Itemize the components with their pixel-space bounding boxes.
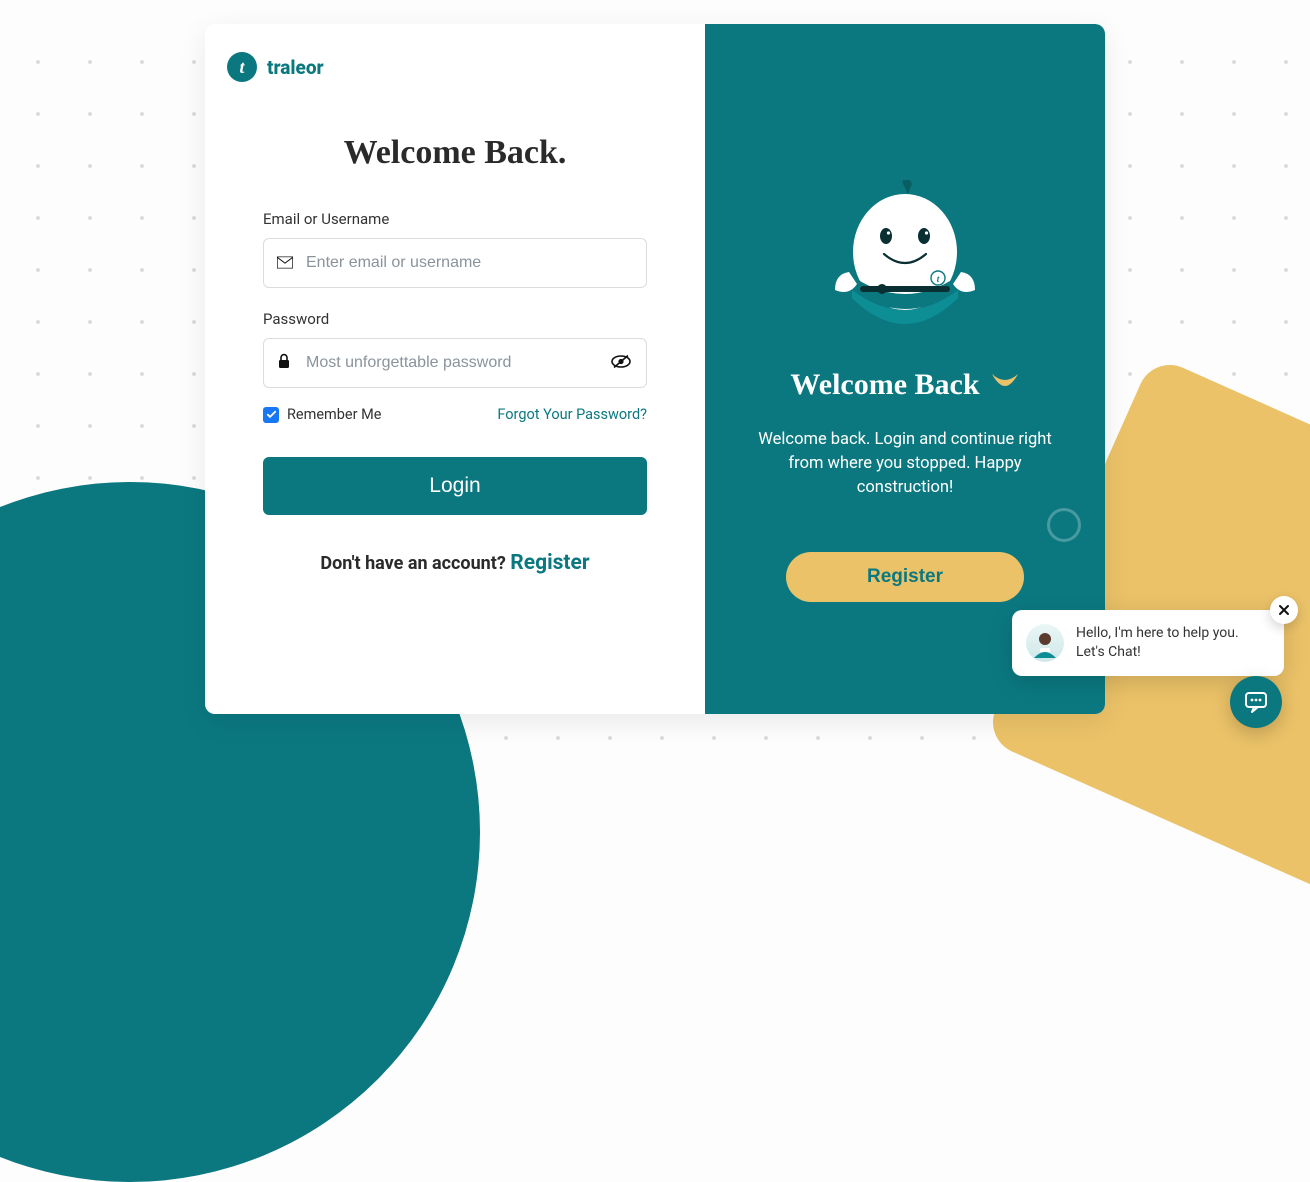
password-input-group	[263, 338, 647, 388]
brand-logo-icon: t	[227, 52, 257, 82]
login-title: Welcome Back.	[263, 134, 647, 172]
remember-checkbox[interactable]	[263, 407, 279, 423]
check-icon	[266, 409, 277, 420]
remember-forgot-row: Remember Me Forgot Your Password?	[263, 406, 647, 423]
chat-message: Hello, I'm here to help you. Let's Chat!	[1076, 624, 1268, 662]
welcome-subtitle: Welcome back. Login and continue right f…	[741, 428, 1069, 500]
register-button[interactable]: Register	[786, 552, 1024, 602]
lock-icon	[277, 353, 291, 373]
login-panel: t traleor Welcome Back. Email or Usernam…	[205, 24, 705, 714]
welcome-title: Welcome Back	[790, 368, 1019, 402]
brand[interactable]: t traleor	[205, 48, 705, 82]
hug-emoji-icon	[990, 368, 1020, 402]
eye-toggle-icon[interactable]	[611, 354, 631, 373]
auth-card: t traleor Welcome Back. Email or Usernam…	[205, 24, 1105, 714]
decor-ring	[1047, 508, 1081, 542]
chat-popup: Hello, I'm here to help you. Let's Chat!	[1012, 610, 1284, 676]
brand-name: traleor	[267, 56, 324, 79]
chat-icon	[1243, 689, 1269, 715]
chat-fab-button[interactable]	[1230, 676, 1282, 728]
register-link[interactable]: Register	[510, 551, 589, 575]
password-input[interactable]	[263, 338, 647, 388]
no-account-text: Don't have an account?	[320, 553, 510, 574]
login-button[interactable]: Login	[263, 457, 647, 515]
forgot-password-link[interactable]: Forgot Your Password?	[497, 406, 647, 423]
email-label: Email or Username	[263, 210, 647, 228]
login-form: Welcome Back. Email or Username Password	[205, 82, 705, 575]
password-label: Password	[263, 310, 647, 328]
chat-avatar	[1026, 624, 1064, 662]
email-icon	[277, 254, 293, 273]
no-account-row: Don't have an account? Register	[263, 551, 647, 575]
close-icon	[1278, 604, 1290, 616]
mascot-illustration: t	[830, 180, 980, 344]
remember-me[interactable]: Remember Me	[263, 406, 381, 423]
email-input-group	[263, 238, 647, 288]
email-input[interactable]	[263, 238, 647, 288]
chat-close-button[interactable]	[1270, 596, 1298, 624]
remember-label: Remember Me	[287, 406, 381, 423]
